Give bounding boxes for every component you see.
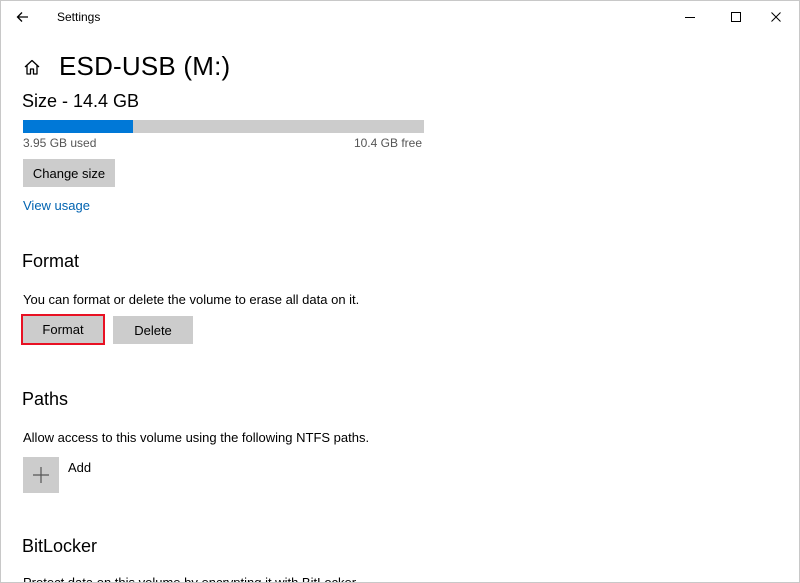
bitlocker-section-title: BitLocker — [22, 536, 98, 556]
title-bar: Settings — [1, 1, 799, 33]
format-description: You can format or delete the volume to e… — [23, 292, 360, 307]
size-label: Size - 14.4 GB — [22, 91, 140, 111]
add-path-label[interactable]: Add — [68, 460, 91, 475]
close-button[interactable] — [753, 1, 799, 33]
used-space-label: 3.95 GB used — [23, 136, 97, 150]
paths-section-title: Paths — [22, 389, 69, 409]
plus-icon — [33, 467, 49, 483]
view-usage-link[interactable]: View usage — [23, 198, 90, 213]
usage-bar — [23, 120, 424, 133]
minimize-icon — [685, 17, 695, 18]
change-size-button[interactable]: Change size — [23, 159, 115, 187]
window-title: Settings — [57, 10, 101, 24]
format-section-title: Format — [22, 251, 80, 271]
free-space-label: 10.4 GB free — [353, 136, 422, 150]
delete-button[interactable]: Delete — [113, 316, 193, 344]
add-path-button[interactable] — [23, 457, 59, 493]
home-icon — [24, 59, 40, 75]
close-icon — [771, 12, 781, 22]
format-button-label: Format — [24, 317, 102, 342]
usage-bar-fill — [23, 120, 133, 133]
maximize-icon — [731, 12, 741, 22]
back-arrow-icon — [16, 12, 28, 22]
back-button[interactable] — [13, 7, 33, 27]
home-button[interactable] — [22, 57, 42, 77]
settings-window: Settings ESD-USB (M:) Size - 14.4 GB 3.9… — [0, 0, 800, 583]
bitlocker-description: Protect data on this volume by encryptin… — [23, 575, 360, 583]
paths-description: Allow access to this volume using the fo… — [23, 430, 370, 445]
format-button[interactable]: Format — [21, 314, 105, 345]
page-title: ESD-USB (M:) — [59, 51, 231, 81]
minimize-button[interactable] — [667, 1, 713, 33]
